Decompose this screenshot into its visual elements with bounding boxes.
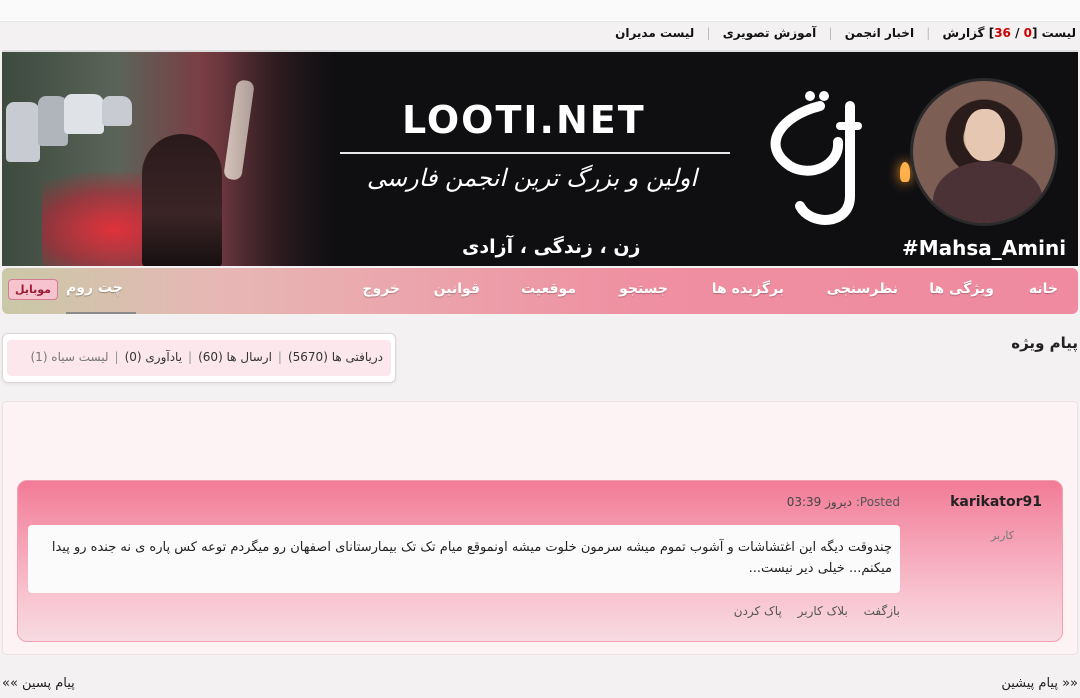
nav-favorites[interactable]: برگزیده ها — [712, 281, 784, 297]
pm-folders-box: دریافتی ها (5670)|ارسال ها (60)|یادآوری … — [2, 333, 396, 383]
reminders-link[interactable]: یادآوری (0) — [125, 350, 182, 364]
nav-rules[interactable]: قوانین — [434, 281, 480, 297]
message-body: چندوقت دیگه این اغتشاشات و آشوب تموم میش… — [28, 525, 900, 593]
nav-logout[interactable]: خروج — [362, 281, 400, 297]
video-tutorial-link[interactable]: آموزش تصویری — [723, 26, 817, 40]
list-count-b: 36 — [994, 26, 1011, 40]
blacklist-link[interactable]: لیست سیاه (1) — [30, 350, 108, 364]
protester-figure — [142, 134, 222, 266]
message-author[interactable]: karikator91 — [950, 494, 1042, 510]
message-panel: karikator91 کاربر Posted: دیروز 03:39 چن… — [2, 401, 1078, 655]
mobile-button[interactable]: موبایل — [8, 279, 58, 300]
divider: | — [828, 26, 833, 40]
portrait-image — [910, 78, 1058, 226]
nav-search[interactable]: جستجو — [619, 281, 668, 297]
message-posted-time: Posted: دیروز 03:39 — [786, 495, 900, 509]
chat-underline — [66, 312, 136, 314]
list-count-a: 0 — [1023, 26, 1032, 40]
top-links-bar: لیست [0 / 36] گزارش | اخبار انجمن | آموز… — [615, 26, 1076, 40]
forum-news-link[interactable]: اخبار انجمن — [845, 26, 914, 40]
delete-link[interactable]: پاک کردن — [734, 604, 782, 618]
divider: | — [706, 26, 711, 40]
message-card: karikator91 کاربر Posted: دیروز 03:39 چن… — [17, 480, 1063, 642]
looti-logo-icon — [770, 91, 862, 225]
message-actions: بازگفت بلاک کاربر پاک کردن — [722, 604, 900, 618]
page-title: پیام ویژه — [1011, 334, 1078, 352]
list-link[interactable]: لیست [0 / 36] — [989, 26, 1076, 40]
nav-polls[interactable]: نظرسنجی — [827, 281, 898, 297]
car-shape — [102, 96, 132, 126]
next-message-link[interactable]: پیام پسین »» — [2, 676, 75, 691]
author-role: کاربر — [990, 529, 1014, 542]
top-strip — [0, 0, 1080, 22]
car-shape — [6, 102, 40, 162]
inbox-link[interactable]: دریافتی ها (5670) — [288, 350, 383, 364]
nav-features[interactable]: ویژگی ها — [929, 281, 994, 297]
site-banner[interactable]: LOOTI.NET اولین و بزرگ ترین انجمن فارسی … — [2, 50, 1078, 266]
sent-link[interactable]: ارسال ها (60) — [198, 350, 272, 364]
divider: | — [926, 26, 931, 40]
admins-list-link[interactable]: لیست مدیران — [615, 26, 694, 40]
block-user-link[interactable]: بلاک کاربر — [798, 604, 848, 618]
reply-link[interactable]: بازگفت — [864, 604, 900, 618]
banner-slogan: زن ، زندگی ، آزادی — [462, 236, 641, 258]
report-link[interactable]: گزارش — [942, 26, 984, 40]
site-name: LOOTI.NET — [402, 98, 646, 142]
site-tagline: اولین و بزرگ ترین انجمن فارسی — [366, 164, 698, 192]
banner-rule — [340, 152, 730, 154]
previous-message-link[interactable]: «« پیام پیشین — [1001, 676, 1078, 691]
nav-chat-room[interactable]: چت روم — [66, 280, 123, 296]
banner-fade — [222, 52, 362, 266]
banner-hashtag: #Mahsa_Amini — [902, 236, 1067, 260]
main-navigation: خانه ویژگی ها نظرسنجی برگزیده ها جستجو م… — [2, 268, 1078, 314]
nav-home[interactable]: خانه — [1029, 281, 1058, 297]
car-shape — [64, 94, 104, 134]
nav-location[interactable]: موقعیت — [521, 281, 576, 297]
candle-flame — [900, 162, 910, 182]
